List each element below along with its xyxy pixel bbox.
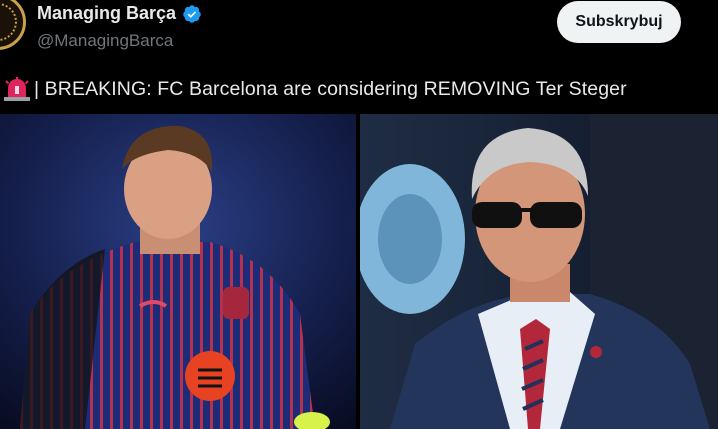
president-photo[interactable] [360,114,718,429]
media-divider [356,114,360,429]
account-handle[interactable]: @ManagingBarca [37,31,173,51]
account-name[interactable]: Managing Barça [37,3,176,24]
tweet-text: | BREAKING: FC Barcelona are considering… [34,77,627,100]
tweet-text-row: | BREAKING: FC Barcelona are considering… [0,76,627,102]
avatar[interactable] [0,0,26,50]
siren-icon [4,77,30,101]
verified-badge-icon [183,4,201,23]
account-name-row: Managing Barça [37,3,202,24]
subscribe-button[interactable]: Subskrybuj [557,1,681,43]
goalkeeper-photo[interactable] [0,114,356,429]
